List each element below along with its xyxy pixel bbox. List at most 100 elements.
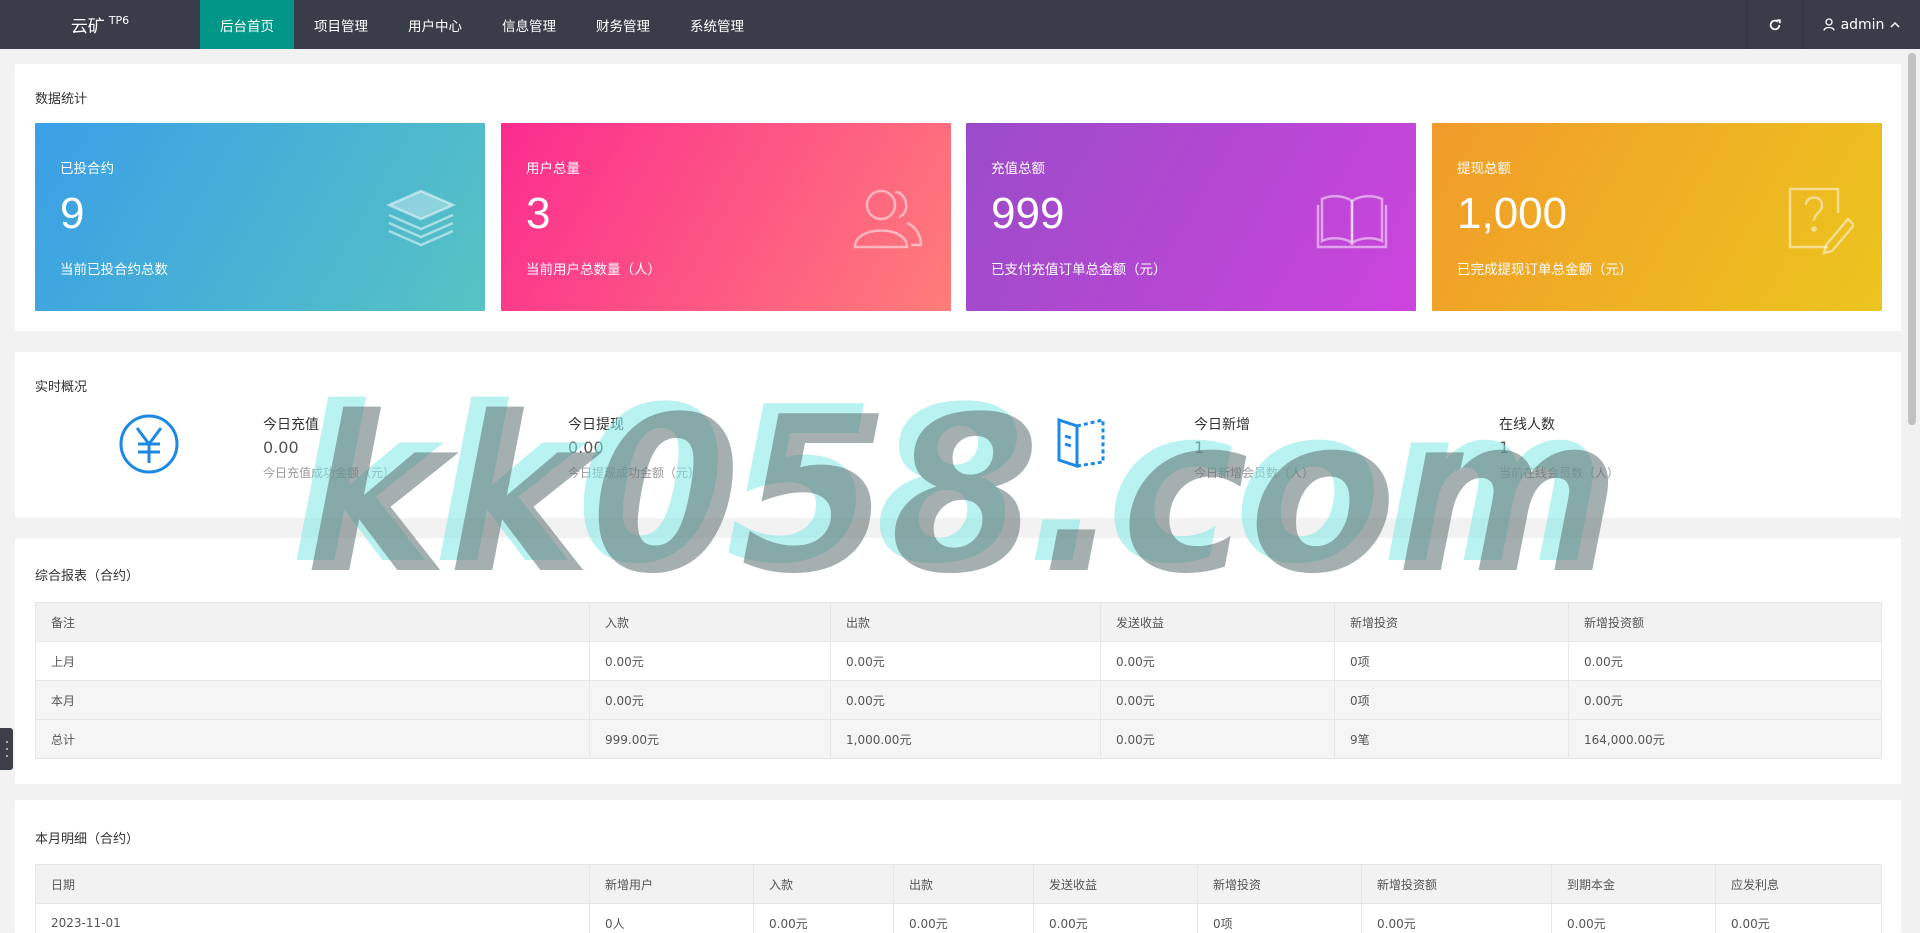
table-cell: 0.00元	[753, 903, 894, 933]
report-title: 综合报表（合约）	[35, 569, 140, 584]
top-bar: 云矿 TP6 后台首页 项目管理 用户中心 信息管理 财务管理 系统管理 admi…	[0, 0, 1920, 49]
table-cell: 0人	[589, 903, 754, 933]
side-drawer-handle[interactable]	[0, 728, 13, 770]
main-nav: 后台首页 项目管理 用户中心 信息管理 财务管理 系统管理	[200, 0, 764, 49]
column-header: 应发利息	[1715, 864, 1882, 904]
today-withdraw-label: 今日提现	[568, 417, 624, 433]
table-cell: 总计	[35, 719, 590, 759]
logo-text: 云矿	[70, 17, 105, 37]
table-row: 上月 0.00元 0.00元 0.00元 0项 0.00元	[35, 641, 1882, 681]
chevron-up-icon	[1890, 21, 1900, 28]
today-withdraw-value: 0.00	[568, 438, 604, 457]
user-menu[interactable]: admin	[1802, 0, 1920, 49]
nav-item-system[interactable]: 系统管理	[670, 0, 764, 49]
nav-item-projects[interactable]: 项目管理	[294, 0, 388, 49]
table-cell: 0.00元	[893, 903, 1034, 933]
column-header: 出款	[893, 864, 1034, 904]
refresh-button[interactable]	[1746, 0, 1802, 49]
table-cell: 999.00元	[589, 719, 831, 759]
user-icon	[1822, 18, 1835, 31]
column-header: 出款	[830, 602, 1101, 642]
online-label: 在线人数	[1499, 417, 1555, 433]
table-cell: 上月	[35, 641, 590, 681]
table-header-row: 日期 新增用户 入款 出款 发送收益 新增投资 新增投资额 到期本金 应发利息	[35, 864, 1882, 904]
nav-item-home[interactable]: 后台首页	[200, 0, 294, 49]
refresh-icon	[1769, 18, 1781, 30]
column-header: 新增投资	[1197, 864, 1362, 904]
stat-card-contracts[interactable]: 已投合约 9 当前已投合约总数	[35, 123, 485, 311]
table-cell: 0.00元	[1551, 903, 1716, 933]
stat-label: 提现总额	[1457, 161, 1511, 177]
stats-title: 数据统计	[35, 92, 88, 107]
stat-desc: 当前用户总数量（人）	[526, 262, 661, 278]
nav-item-info[interactable]: 信息管理	[482, 0, 576, 49]
column-header: 发送收益	[1033, 864, 1198, 904]
table-cell: 1,000.00元	[830, 719, 1101, 759]
stat-value: 3	[526, 189, 551, 238]
column-header: 入款	[589, 602, 831, 642]
scrollbar-thumb[interactable]	[1908, 53, 1916, 425]
yuan-icon	[119, 414, 179, 474]
online-value: 1	[1499, 438, 1510, 457]
stat-card-withdraw[interactable]: 提现总额 1,000 已完成提现订单总金额（元）	[1432, 123, 1882, 311]
table-cell: 0项	[1197, 903, 1362, 933]
realtime-card: 实时概况 今日充值 0.00 今日充值成功金额（元） 今日提现 0.00 今日提…	[15, 352, 1901, 518]
table-cell: 0.00元	[589, 641, 831, 681]
nav-item-users[interactable]: 用户中心	[388, 0, 482, 49]
user-name: admin	[1840, 16, 1885, 33]
report-table: 备注 入款 出款 发送收益 新增投资 新增投资额 上月 0.00元 0.00元 …	[35, 602, 1882, 759]
table-cell: 0.00元	[1568, 641, 1882, 681]
stat-card-users[interactable]: 用户总量 3 当前用户总数量（人）	[501, 123, 951, 311]
today-withdraw-desc: 今日提现成功金额（元）	[568, 466, 701, 480]
table-cell: 0项	[1334, 641, 1569, 681]
today-recharge-desc: 今日充值成功金额（元）	[263, 466, 396, 480]
column-header: 到期本金	[1551, 864, 1716, 904]
table-cell: 本月	[35, 680, 590, 720]
book-icon	[1316, 195, 1388, 249]
logo[interactable]: 云矿 TP6	[0, 0, 200, 49]
logo-version: TP6	[108, 14, 130, 27]
stat-desc: 当前已投合约总数	[60, 262, 168, 278]
today-recharge-value: 0.00	[263, 438, 299, 457]
realtime-title: 实时概况	[35, 380, 88, 395]
stat-card-recharge[interactable]: 充值总额 999 已支付充值订单总金额（元）	[966, 123, 1416, 311]
nav-item-finance[interactable]: 财务管理	[576, 0, 670, 49]
stat-value: 1,000	[1457, 189, 1568, 238]
table-row: 2023-11-01 0人 0.00元 0.00元 0.00元 0项 0.00元…	[35, 903, 1882, 933]
today-new-value: 1	[1194, 438, 1205, 457]
stat-desc: 已完成提现订单总金额（元）	[1457, 262, 1633, 278]
column-header: 新增投资	[1334, 602, 1569, 642]
report-card: 综合报表（合约） 备注 入款 出款 发送收益 新增投资 新增投资额 上月 0.0…	[15, 538, 1901, 784]
layers-icon	[385, 189, 457, 247]
table-cell: 0.00元	[1033, 903, 1198, 933]
table-cell: 0.00元	[1361, 903, 1552, 933]
monthly-table: 日期 新增用户 入款 出款 发送收益 新增投资 新增投资额 到期本金 应发利息 …	[35, 864, 1882, 933]
monthly-card: 本月明细（合约） 日期 新增用户 入款 出款 发送收益 新增投资 新增投资额 到…	[15, 800, 1901, 933]
table-header-row: 备注 入款 出款 发送收益 新增投资 新增投资额	[35, 602, 1882, 642]
stat-value: 9	[60, 189, 85, 238]
table-cell: 164,000.00元	[1568, 719, 1882, 759]
monthly-title: 本月明细（合约）	[35, 832, 140, 847]
table-cell: 0.00元	[1100, 641, 1335, 681]
online-desc: 当前在线会员数（人）	[1499, 466, 1620, 480]
table-cell: 0.00元	[830, 680, 1101, 720]
column-header: 日期	[35, 864, 590, 904]
table-cell: 9笔	[1334, 719, 1569, 759]
stats-card: 数据统计 已投合约 9 当前已投合约总数 用户总量 3 当前用户总数量（人） 充…	[15, 64, 1901, 331]
table-cell: 0.00元	[1100, 680, 1335, 720]
table-row: 总计 999.00元 1,000.00元 0.00元 9笔 164,000.00…	[35, 719, 1882, 759]
page-scrollbar[interactable]	[1904, 49, 1920, 933]
column-header: 新增投资额	[1361, 864, 1552, 904]
users-icon	[853, 189, 923, 249]
stat-value: 999	[991, 189, 1065, 238]
edit-note-icon	[1788, 187, 1854, 255]
table-row: 本月 0.00元 0.00元 0.00元 0项 0.00元	[35, 680, 1882, 720]
table-cell: 0.00元	[589, 680, 831, 720]
table-cell: 0.00元	[1100, 719, 1335, 759]
table-cell: 0.00元	[1715, 903, 1882, 933]
today-new-desc: 今日新增会员数（人）	[1194, 466, 1315, 480]
today-recharge-label: 今日充值	[263, 417, 319, 433]
column-header: 入款	[753, 864, 894, 904]
table-cell: 0.00元	[1568, 680, 1882, 720]
stat-label: 用户总量	[526, 161, 580, 177]
